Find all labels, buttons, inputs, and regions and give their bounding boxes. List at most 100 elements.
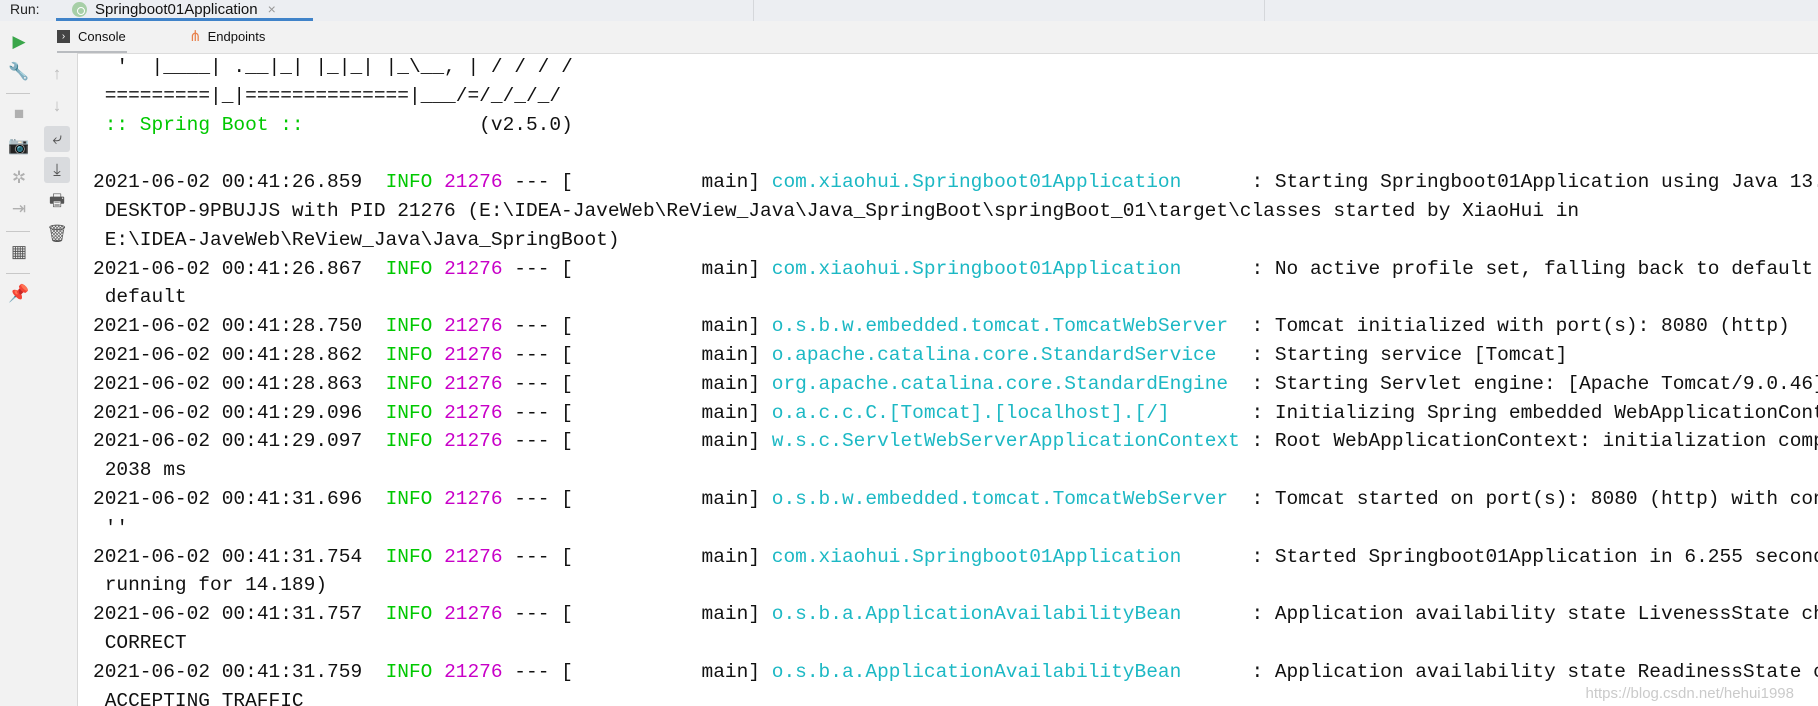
log-entry: 2021-06-02 00:41:26.867 INFO 21276 --- […: [77, 255, 1818, 284]
log-entry: 2021-06-02 00:41:31.754 INFO 21276 --- […: [77, 543, 1818, 572]
console-toolbar: ↑ ↓ ⤶ ⤓ 🖶 🗑: [37, 53, 78, 706]
run-tab-springboot01application[interactable]: Springboot01Application ×: [56, 0, 313, 21]
log-entry: 2021-06-02 00:41:29.096 INFO 21276 --- […: [77, 399, 1818, 428]
divider: [1264, 0, 1265, 21]
log-pid: 21276: [444, 660, 503, 683]
log-message: : Initializing Spring embedded WebApplic…: [1251, 401, 1818, 424]
layout-icon[interactable]: ▦: [6, 239, 32, 265]
spring-boot-icon: [72, 1, 87, 17]
close-icon[interactable]: ×: [268, 1, 276, 17]
down-arrow-icon[interactable]: ↓: [44, 93, 70, 119]
log-entry: 2021-06-02 00:41:26.859 INFO 21276 --- […: [77, 168, 1818, 197]
log-message: : Root WebApplicationContext: initializa…: [1251, 430, 1818, 453]
log-entry: 2021-06-02 00:41:28.862 INFO 21276 --- […: [77, 341, 1818, 370]
stop-icon[interactable]: ■: [6, 101, 32, 127]
log-logger: com.xiaohui.Springboot01Application: [771, 257, 1182, 280]
log-thread: [ main]: [561, 372, 761, 395]
run-toolbar: ▶ 🔧 ■ 📷 ✲ ⇥ ▦ 📌: [0, 21, 38, 706]
log-level: INFO: [385, 660, 433, 683]
log-entry: 2021-06-02 00:41:28.750 INFO 21276 --- […: [77, 312, 1818, 341]
pin-icon[interactable]: 📌: [6, 281, 32, 307]
log-logger: w.s.c.ServletWebServerApplicationContext: [771, 430, 1240, 453]
tab-console-label: Console: [78, 28, 126, 44]
run-label: Run:: [10, 1, 40, 17]
log-thread: [ main]: [561, 315, 761, 338]
log-pid: 21276: [444, 545, 503, 568]
log-thread: [ main]: [561, 171, 761, 194]
log-level: INFO: [385, 372, 433, 395]
watermark: https://blog.csdn.net/hehui1998: [1585, 685, 1795, 702]
trash-icon[interactable]: 🗑: [44, 221, 70, 247]
divider: [6, 273, 30, 274]
log-level: INFO: [385, 315, 433, 338]
log-pid: 21276: [444, 315, 503, 338]
log-message: : No active profile set, falling back to…: [1251, 257, 1814, 280]
log-continuation: '': [104, 516, 129, 539]
log-pid: 21276: [444, 487, 503, 510]
log-continuation: E:\IDEA-JaveWeb\ReView_Java\Java_SpringB…: [104, 228, 620, 251]
console-output[interactable]: ' |____| .__|_| |_|_| |_\__, | / / / / =…: [77, 53, 1818, 706]
spring-boot-version: (v2.5.0): [315, 113, 573, 136]
print-icon[interactable]: 🖶: [44, 189, 70, 215]
log-level: INFO: [385, 545, 433, 568]
soft-wrap-icon[interactable]: ⤶: [44, 126, 70, 152]
log-continuation: ACCEPTING TRAFFIC: [104, 689, 304, 706]
log-timestamp: 2021-06-02 00:41:29.097: [93, 430, 363, 453]
log-thread: [ main]: [561, 660, 761, 683]
debug-icon[interactable]: ✲: [6, 165, 32, 191]
log-thread: [ main]: [561, 430, 761, 453]
log-timestamp: 2021-06-02 00:41:28.863: [93, 372, 363, 395]
divider: [6, 93, 30, 94]
log-level: INFO: [385, 257, 433, 280]
log-logger: o.apache.catalina.core.StandardService: [771, 343, 1217, 366]
log-pid: 21276: [444, 372, 503, 395]
log-thread: [ main]: [561, 343, 761, 366]
log-timestamp: 2021-06-02 00:41:29.096: [93, 401, 363, 424]
log-message: : Tomcat started on port(s): 8080 (http)…: [1251, 487, 1818, 510]
tab-endpoints[interactable]: ⋔ Endpoints: [189, 21, 265, 51]
log-continuation: 2038 ms: [104, 459, 187, 482]
log-logger: org.apache.catalina.core.StandardEngine: [771, 372, 1229, 395]
log-logger: o.s.b.w.embedded.tomcat.TomcatWebServer: [771, 315, 1229, 338]
log-entry: 2021-06-02 00:41:28.863 INFO 21276 --- […: [77, 370, 1818, 399]
console-icon: ›: [57, 29, 70, 43]
log-continuation: CORRECT: [104, 631, 187, 654]
log-level: INFO: [385, 401, 433, 424]
log-thread: [ main]: [561, 603, 761, 626]
log-timestamp: 2021-06-02 00:41:26.859: [93, 171, 363, 194]
log-level: INFO: [385, 430, 433, 453]
log-thread: [ main]: [561, 545, 761, 568]
log-message: : Starting Springboot01Application using…: [1251, 171, 1818, 194]
log-logger: o.s.b.w.embedded.tomcat.TomcatWebServer: [771, 487, 1229, 510]
log-logger: o.a.c.c.C.[Tomcat].[localhost].[/]: [771, 401, 1170, 424]
divider: [6, 231, 30, 232]
log-logger: o.s.b.a.ApplicationAvailabilityBean: [771, 660, 1182, 683]
log-entry: 2021-06-02 00:41:31.757 INFO 21276 --- […: [77, 600, 1818, 629]
spring-boot-label: :: Spring Boot ::: [93, 113, 316, 136]
log-continuation: DESKTOP-9PBUJJS with PID 21276 (E:\IDEA-…: [104, 199, 1580, 222]
up-arrow-icon[interactable]: ↑: [44, 61, 70, 87]
log-level: INFO: [385, 603, 433, 626]
tab-console[interactable]: › Console: [57, 21, 127, 53]
log-message: : Tomcat initialized with port(s): 8080 …: [1251, 315, 1790, 338]
log-pid: 21276: [444, 430, 503, 453]
log-thread: [ main]: [561, 257, 761, 280]
divider: [753, 0, 754, 21]
wrench-icon[interactable]: 🔧: [6, 59, 32, 85]
log-entry: 2021-06-02 00:41:31.759 INFO 21276 --- […: [77, 658, 1818, 687]
log-pid: 21276: [444, 401, 503, 424]
log-thread: [ main]: [561, 487, 761, 510]
banner-line: =========|_|==============|___/=/_/_/_/: [93, 84, 562, 107]
scroll-to-end-icon[interactable]: ⤓: [44, 157, 70, 183]
camera-icon[interactable]: 📷: [6, 133, 32, 159]
log-timestamp: 2021-06-02 00:41:26.867: [93, 257, 363, 280]
log-continuation: default: [104, 286, 187, 309]
log-message: : Application availability state Readine…: [1251, 660, 1818, 683]
login-icon[interactable]: ⇥: [6, 196, 32, 222]
log-level: INFO: [385, 343, 433, 366]
run-icon[interactable]: ▶: [6, 29, 32, 55]
tab-endpoints-label: Endpoints: [207, 28, 266, 44]
log-entry: 2021-06-02 00:41:31.696 INFO 21276 --- […: [77, 485, 1818, 514]
log-thread: [ main]: [561, 401, 761, 424]
